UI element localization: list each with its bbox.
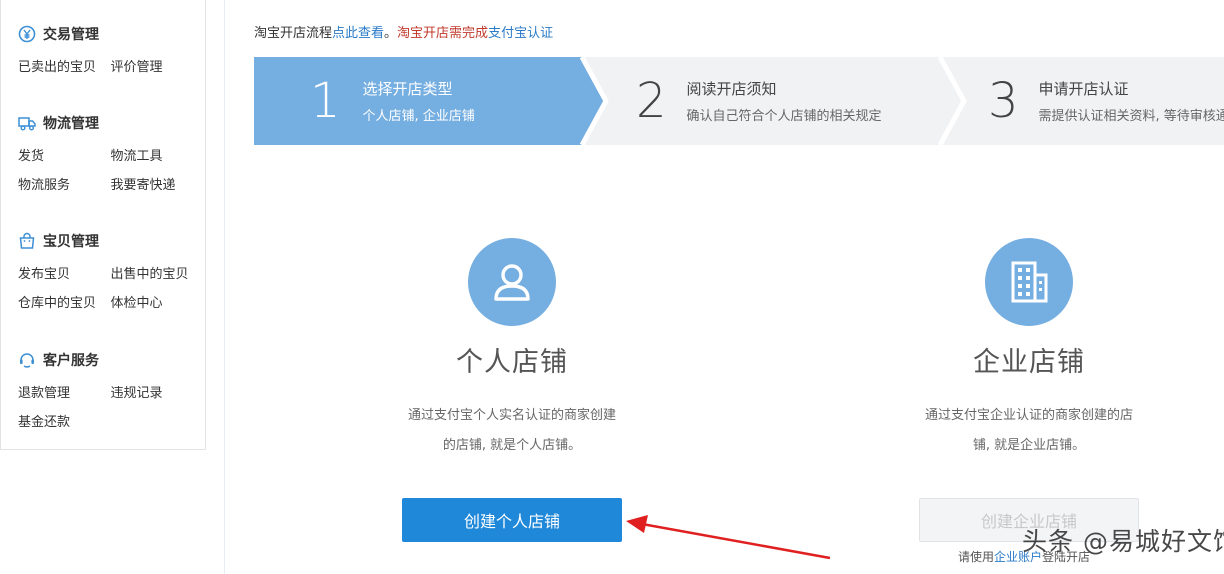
content-divider	[224, 0, 225, 574]
step-2: 2 阅读开店须知 确认自己符合个人店铺的相关规定	[636, 73, 882, 129]
sidebar-link-send-express[interactable]: 我要寄快递	[111, 174, 204, 203]
sidebar-section-items: 宝贝管理 发布宝贝 出售中的宝贝 仓库中的宝贝 体检中心	[18, 231, 203, 321]
create-personal-shop-button[interactable]: 创建个人店铺	[402, 498, 622, 542]
sidebar-section-title: 物流管理	[18, 113, 203, 133]
sidebar-link-logistics-service[interactable]: 物流服务	[18, 174, 111, 203]
watermark: 头条 @易城好文馆	[1022, 527, 1224, 556]
truck-icon	[18, 117, 36, 131]
step-1: 1 选择开店类型 个人店铺, 企业店铺	[310, 73, 475, 129]
building-icon	[1011, 261, 1048, 303]
process-view-link[interactable]: 点此查看	[332, 26, 384, 41]
sidebar-link-checkup-center[interactable]: 体检中心	[111, 292, 204, 321]
enterprise-shop-description: 通过支付宝企业认证的商家创建的店 铺, 就是企业店铺。	[924, 408, 1133, 453]
sidebar-link-reviews[interactable]: 评价管理	[111, 56, 204, 85]
personal-shop-card: 个人店铺 通过支付宝个人实名认证的商家创建 的店铺, 就是个人店铺。	[362, 238, 662, 461]
sidebar-link-logistics-tools[interactable]: 物流工具	[111, 145, 204, 174]
sidebar-section-customer-service: 客户服务 退款管理 违规记录 基金还款	[18, 350, 203, 440]
enterprise-shop-title: 企业店铺	[973, 347, 1085, 378]
sidebar-link-fund-repayment[interactable]: 基金还款	[18, 411, 111, 440]
step-3: 3 申请开店认证 需提供认证相关资料, 等待审核通	[988, 73, 1224, 129]
personal-shop-title: 个人店铺	[456, 347, 568, 378]
step-progress: 1 选择开店类型 个人店铺, 企业店铺 2 阅读开店须知 确认自己符合个人店铺的…	[254, 57, 1224, 145]
sidebar-section-logistics: 物流管理 发货 物流工具 物流服务 我要寄快递	[18, 113, 203, 203]
notice-line: 淘宝开店流程点此查看。淘宝开店需完成支付宝认证	[254, 26, 554, 41]
sidebar-section-title: 交易管理	[18, 24, 203, 44]
sidebar-link-sold-items[interactable]: 已卖出的宝贝	[18, 56, 111, 85]
sidebar-link-items-in-warehouse[interactable]: 仓库中的宝贝	[18, 292, 111, 321]
sidebar-link-ship[interactable]: 发货	[18, 145, 111, 174]
sidebar-section-title: 宝贝管理	[18, 231, 203, 251]
enterprise-shop-avatar	[985, 238, 1073, 326]
enterprise-shop-card: 企业店铺 通过支付宝企业认证的商家创建的店 铺, 就是企业店铺。	[879, 238, 1179, 461]
personal-shop-description: 通过支付宝个人实名认证的商家创建 的店铺, 就是个人店铺。	[407, 408, 616, 453]
sidebar-link-refund-management[interactable]: 退款管理	[18, 382, 111, 411]
personal-shop-avatar	[468, 238, 556, 326]
sidebar-link-items-on-sale[interactable]: 出售中的宝贝	[111, 263, 204, 292]
user-icon	[494, 264, 530, 301]
sidebar: 交易管理 已卖出的宝贝 评价管理 物流管理 发货 物流工具 物流服务 我要寄快递…	[0, 0, 206, 450]
sidebar-section-title: 客户服务	[18, 350, 203, 370]
yen-circle-icon	[18, 25, 36, 43]
sidebar-link-violation-records[interactable]: 违规记录	[111, 382, 204, 411]
sidebar-section-trade: 交易管理 已卖出的宝贝 评价管理	[18, 24, 203, 85]
notice-warning: 淘宝开店需完成	[397, 26, 489, 41]
shopping-bag-icon	[19, 232, 35, 249]
customer-service-icon	[20, 353, 34, 368]
sidebar-link-publish-item[interactable]: 发布宝贝	[18, 263, 111, 292]
alipay-auth-link[interactable]: 支付宝认证	[488, 26, 553, 41]
